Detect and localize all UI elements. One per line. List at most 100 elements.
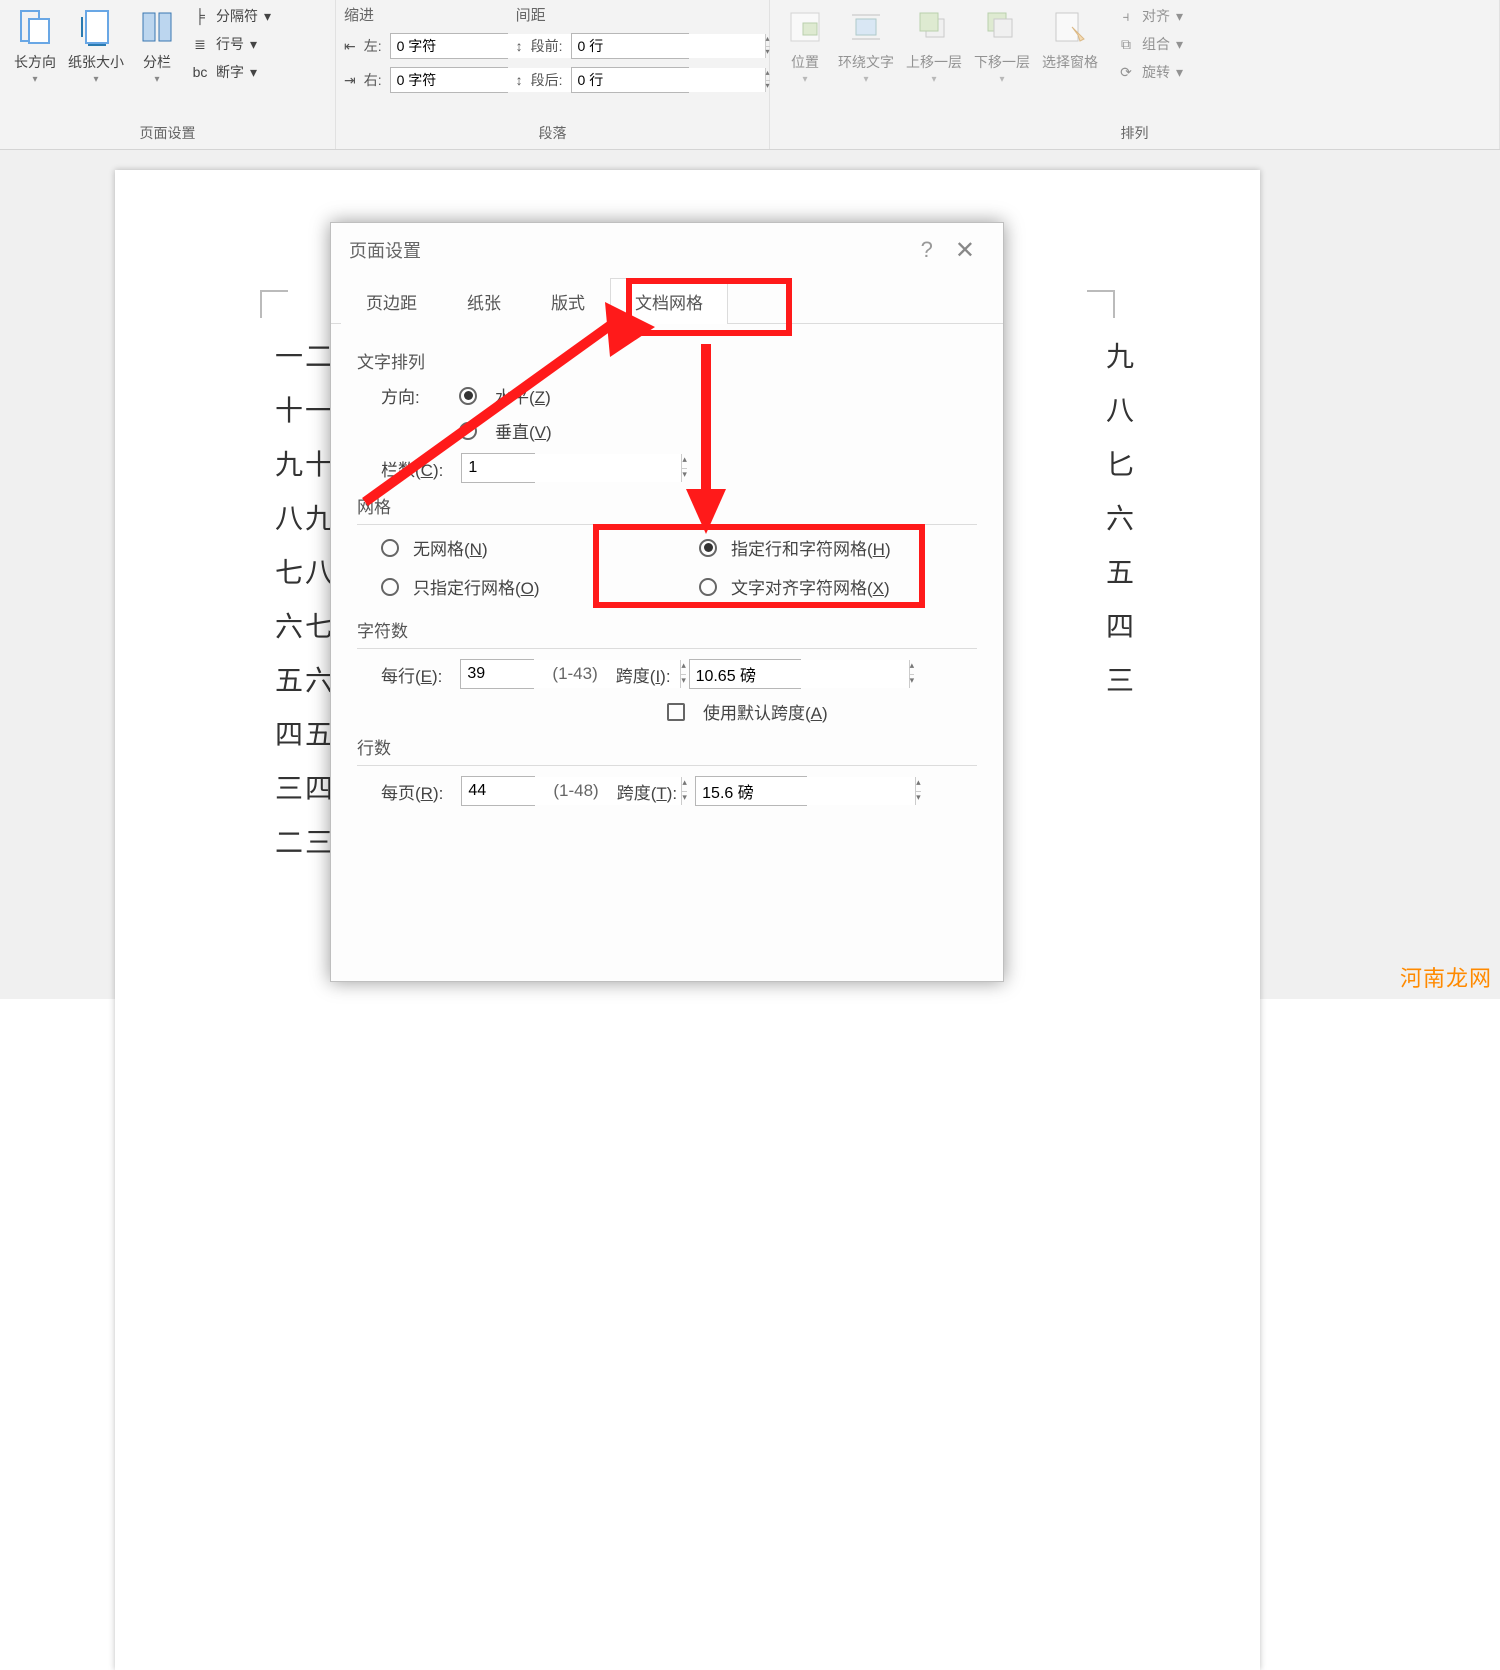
section-lines: 行数 bbox=[357, 734, 977, 759]
default-pitch-label: 使用默认跨度(A) bbox=[703, 699, 828, 724]
chevron-down-icon: ▾ bbox=[250, 36, 257, 53]
tab-margins[interactable]: 页边距 bbox=[341, 278, 442, 324]
help-icon[interactable]: ? bbox=[909, 237, 945, 263]
rotate-icon: ⟳ bbox=[1116, 62, 1136, 82]
lines-per-page-range: (1-48) bbox=[553, 781, 598, 801]
selection-pane-icon bbox=[1049, 6, 1091, 48]
radio-no-grid[interactable] bbox=[381, 539, 399, 557]
orientation-icon bbox=[14, 6, 56, 48]
radio-line-char-grid[interactable] bbox=[699, 539, 717, 557]
radio-snap-grid[interactable] bbox=[699, 578, 717, 596]
section-grid: 网格 bbox=[357, 493, 977, 518]
line-numbers-icon: ≣ bbox=[190, 34, 210, 54]
tab-layout[interactable]: 版式 bbox=[526, 278, 610, 324]
size-button[interactable]: 纸张大小 ▾ bbox=[62, 4, 130, 87]
margin-corner-icon bbox=[1087, 290, 1115, 318]
group-label-arrange: 排列 bbox=[770, 119, 1499, 149]
indent-left-label: 左: bbox=[364, 36, 382, 56]
spacing-before-label: 段前: bbox=[531, 36, 563, 56]
document-text-left: 一二十一九十八九七八六七五六四五三四二三 bbox=[275, 330, 335, 870]
ribbon-group-arrange: 位置▾ 环绕文字▾ 上移一层▾ 下移一层▾ 选择窗格 ⫞对齐▾ ⧉组合▾ ⟳旋转… bbox=[770, 0, 1500, 149]
watermark: 河南龙网 bbox=[1400, 961, 1492, 993]
position-icon bbox=[784, 6, 826, 48]
selection-pane-button[interactable]: 选择窗格 bbox=[1036, 4, 1104, 74]
radio-horizontal-label: 水平(Z) bbox=[495, 383, 551, 408]
spacing-after-input[interactable]: ▴▾ bbox=[571, 67, 689, 93]
chevron-down-icon: ▾ bbox=[32, 74, 37, 85]
send-backward-icon bbox=[981, 6, 1023, 48]
radio-lines-only[interactable] bbox=[381, 578, 399, 596]
line-numbers-button[interactable]: ≣行号▾ bbox=[190, 34, 271, 54]
spacing-after-icon: ↕ bbox=[516, 72, 523, 88]
page-setup-dialog: 页面设置 ? ✕ 页边距 纸张 版式 文档网格 文字排列 方向: 水平(Z) 垂… bbox=[330, 222, 1004, 982]
section-chars: 字符数 bbox=[357, 617, 977, 642]
align-button[interactable]: ⫞对齐▾ bbox=[1116, 6, 1183, 26]
default-pitch-checkbox[interactable] bbox=[667, 703, 685, 721]
section-text-direction: 文字排列 bbox=[357, 348, 977, 373]
chevron-down-icon: ▾ bbox=[250, 64, 257, 81]
radio-horizontal[interactable] bbox=[459, 387, 477, 405]
chars-per-line-input[interactable]: ▴▾ bbox=[460, 659, 534, 689]
chars-per-line-range: (1-43) bbox=[552, 664, 597, 684]
position-button[interactable]: 位置▾ bbox=[778, 4, 832, 87]
chevron-down-icon: ▾ bbox=[93, 74, 98, 85]
spacing-after-label: 段后: bbox=[531, 70, 563, 90]
radio-lines-only-label: 只指定行网格(O) bbox=[413, 574, 540, 599]
line-pitch-label: 跨度(T): bbox=[617, 779, 677, 804]
group-button[interactable]: ⧉组合▾ bbox=[1116, 34, 1183, 54]
hyphenation-button[interactable]: bc断字▾ bbox=[190, 62, 271, 82]
radio-vertical[interactable] bbox=[459, 422, 477, 440]
forward-button[interactable]: 上移一层▾ bbox=[900, 4, 968, 87]
radio-line-char-grid-label: 指定行和字符网格(H) bbox=[731, 535, 891, 560]
ribbon-group-paragraph: 缩进 间距 ⇤ 左: ▴▾ ↕ 段前: ▴▾ ⇥ 右: ▴▾ ↕ 段后: ▴▾ … bbox=[336, 0, 770, 149]
size-label: 纸张大小 bbox=[68, 52, 124, 72]
dialog-tabs: 页边距 纸张 版式 文档网格 bbox=[331, 277, 1003, 324]
lines-per-page-label: 每页(R): bbox=[381, 779, 443, 804]
indent-right-input[interactable]: ▴▾ bbox=[390, 67, 508, 93]
direction-label: 方向: bbox=[381, 383, 441, 408]
close-icon[interactable]: ✕ bbox=[945, 236, 985, 265]
columns-count-input[interactable]: ▴▾ bbox=[461, 453, 535, 483]
indent-left-input[interactable]: ▴▾ bbox=[390, 33, 508, 59]
document-text-right: 九八匕六五四三 bbox=[1106, 330, 1136, 708]
indent-right-icon: ⇥ bbox=[344, 72, 356, 89]
backward-button[interactable]: 下移一层▾ bbox=[968, 4, 1036, 87]
chars-per-line-label: 每行(E): bbox=[381, 662, 442, 687]
spacing-title: 间距 bbox=[516, 4, 689, 25]
radio-vertical-label: 垂直(V) bbox=[495, 418, 552, 443]
char-pitch-input[interactable]: ▴▾ bbox=[689, 659, 801, 689]
ribbon-group-page-setup: 长方向 ▾ 纸张大小 ▾ 分栏 ▾ ╞分隔符▾ ≣行号▾ bc断字▾ 页面设置 bbox=[0, 0, 336, 149]
orientation-label: 长方向 bbox=[14, 52, 56, 72]
breaks-button[interactable]: ╞分隔符▾ bbox=[190, 6, 271, 26]
wrap-button[interactable]: 环绕文字▾ bbox=[832, 4, 900, 87]
columns-label: 分栏 bbox=[143, 52, 171, 72]
spacing-before-icon: ↕ bbox=[516, 38, 523, 54]
lines-per-page-input[interactable]: ▴▾ bbox=[461, 776, 535, 806]
tab-document-grid[interactable]: 文档网格 bbox=[610, 278, 728, 324]
group-label-page-setup: 页面设置 bbox=[0, 119, 335, 149]
columns-icon bbox=[136, 6, 178, 48]
dialog-body: 文字排列 方向: 水平(Z) 垂直(V) 栏数(C): ▴▾ 网格 无网格(N)… bbox=[331, 324, 1003, 832]
group-icon: ⧉ bbox=[1116, 34, 1136, 54]
dialog-titlebar[interactable]: 页面设置 ? ✕ bbox=[331, 223, 1003, 277]
chevron-down-icon: ▾ bbox=[264, 8, 271, 25]
char-pitch-label: 跨度(I): bbox=[616, 662, 671, 687]
bring-forward-icon bbox=[913, 6, 955, 48]
columns-count-label: 栏数(C): bbox=[381, 456, 443, 481]
group-label-paragraph: 段落 bbox=[336, 119, 769, 149]
hyphenation-icon: bc bbox=[190, 62, 210, 82]
radio-snap-grid-label: 文字对齐字符网格(X) bbox=[731, 574, 890, 599]
align-icon: ⫞ bbox=[1116, 6, 1136, 26]
spacing-before-input[interactable]: ▴▾ bbox=[571, 33, 689, 59]
indent-left-icon: ⇤ bbox=[344, 38, 356, 55]
size-icon bbox=[75, 6, 117, 48]
wrap-icon bbox=[845, 6, 887, 48]
columns-button[interactable]: 分栏 ▾ bbox=[130, 4, 184, 87]
rotate-button[interactable]: ⟳旋转▾ bbox=[1116, 62, 1183, 82]
chevron-down-icon: ▾ bbox=[154, 74, 159, 85]
line-pitch-input[interactable]: ▴▾ bbox=[695, 776, 807, 806]
tab-paper[interactable]: 纸张 bbox=[442, 278, 526, 324]
margin-corner-icon bbox=[260, 290, 288, 318]
indent-title: 缩进 bbox=[344, 4, 382, 25]
orientation-button[interactable]: 长方向 ▾ bbox=[8, 4, 62, 87]
